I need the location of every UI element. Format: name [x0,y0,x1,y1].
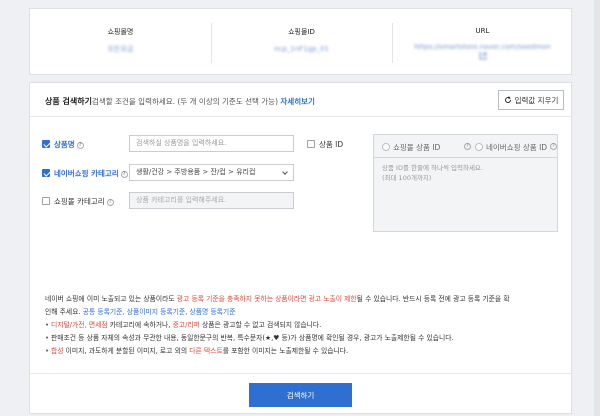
product-search-panel: 상품 검색하기 검색할 조건을 입력하세요. (두 개 이상의 기준도 선택 가… [29,82,572,414]
store-url-value[interactable]: https://smartstore.naver.com/seedmon [392,42,573,63]
notice-text: 상품은 광고할 수 없고 검색되지 않습니다. [199,321,322,329]
notice-highlight: 광고 등록 기준을 충족하지 못하는 상품이라면 광고 노출이 제한 [176,295,357,303]
product-name-checkbox[interactable] [42,140,50,148]
notice-highlight: 다른 텍스트 [189,347,223,355]
notice-text: 를 포함한 이미지는 노출제한될 수 있습니다. [222,347,349,355]
notice-text: 인해 주세요. [45,308,83,316]
store-name-header: 쇼핑몰명 [107,28,134,36]
help-icon[interactable]: ? [120,170,128,178]
store-id-value: ncp_1nF1gp_01 [274,45,329,53]
scrollbar[interactable] [594,0,600,416]
external-link-icon[interactable] [479,52,487,60]
store-product-id-label: 쇼핑몰 상품 ID [393,143,441,152]
notice-text: 네이버 쇼핑에 이미 노출되고 있는 상품이라도 [45,295,177,303]
naver-category-checkbox[interactable] [42,169,50,177]
divider [374,157,557,158]
product-name-label-text: 상품명 [54,140,75,149]
search-description: 검색할 조건을 입력하세요. (두 개 이상의 기준도 선택 가능) 자세히보기 [92,96,315,107]
store-url-header: URL [475,27,490,35]
store-url-column: URL https://smartstore.naver.com/seedmon [392,9,573,76]
refresh-icon [504,96,511,103]
reset-label: 입력값 지우기 [514,95,559,105]
search-header: 상품 검색하기 검색할 조건을 입력하세요. (두 개 이상의 기준도 선택 가… [30,83,571,117]
store-id-column: 쇼핑몰ID ncp_1nF1gp_01 [211,9,392,76]
naver-product-id-radio[interactable] [475,143,483,151]
chevron-down-icon [282,169,288,175]
naver-category-select[interactable]: 생활/건강 > 주방용품 > 잔/컵 > 유리컵 [129,164,294,181]
naver-category-value: 생활/건강 > 주방용품 > 잔/컵 > 유리컵 [136,168,256,176]
mall-category-checkbox[interactable] [42,197,50,205]
product-name-label: 상품명? [54,139,84,150]
notice-line: 네이버 쇼핑에 이미 노출되고 있는 상품이라도 광고 등록 기준을 충족하지 … [45,293,560,306]
notice-block: 네이버 쇼핑에 이미 노출되고 있는 상품이라도 광고 등록 기준을 충족하지 … [45,293,560,358]
reset-button[interactable]: 입력값 지우기 [498,90,564,110]
store-url-link[interactable]: https://smartstore.naver.com/seedmon [414,43,551,51]
notice-text: 될 수 있습니다. 반드시 등록 전에 광고 등록 기준을 확 [356,295,510,303]
product-id-textarea[interactable]: 상품 ID를 한줄에 하나씩 입력하세요. (최대 100개까지) [382,163,483,183]
mall-category-label-text: 쇼핑몰 카테고리 [54,197,105,206]
help-icon[interactable]: ? [106,198,114,206]
product-id-placeholder-1: 상품 ID를 한줄에 하나씩 입력하세요. [382,164,483,172]
notice-text: 이미지, 과도하게 분할된 이미지, 로고 외의 [63,347,190,355]
notice-highlight: 합성 [51,347,64,355]
help-icon[interactable]: ? [76,141,84,149]
guideline-links[interactable]: 공통 등록기준, 상품이미지 등록기준, 상품명 등록기준 [83,308,236,316]
help-icon[interactable]: ? [550,143,557,150]
notice-line: 인해 주세요. 공통 등록기준, 상품이미지 등록기준, 상품명 등록기준 [45,306,560,319]
mall-category-input[interactable]: 상품 카테고리를 입력해주세요. [129,192,294,209]
store-name-value: 모든요금 [107,45,134,53]
product-id-box: 쇼핑몰 상품 ID ? 네이버쇼핑 상품 ID ? 상품 ID를 한줄에 하나씩… [373,134,558,232]
notice-highlight: 디지털/가전, 면세점 [51,321,108,329]
store-id-header: 쇼핑몰ID [288,28,315,36]
store-name-column: 쇼핑몰명 모든요금 [30,9,211,76]
product-id-label: 상품 ID [319,140,344,149]
mall-category-label: 쇼핑몰 카테고리? [54,196,114,207]
detail-link[interactable]: 자세히보기 [280,97,315,106]
search-title: 상품 검색하기 [45,97,92,106]
store-product-id-radio[interactable] [382,143,390,151]
naver-product-id-label: 네이버쇼핑 상품 ID [486,143,548,152]
store-info-card: 쇼핑몰명 모든요금 쇼핑몰ID ncp_1nF1gp_01 URL https:… [29,8,572,75]
notice-text: 카테고리에 속하거나, [107,321,173,329]
naver-category-label: 네이버쇼핑 카테고리? [54,168,128,179]
product-id-placeholder-2: (최대 100개까지) [382,174,432,182]
divider [30,373,571,374]
notice-bullet: 디지털/가전, 면세점 카테고리에 속하거나, 중고/리퍼 상품은 광고할 수 … [45,319,560,332]
notice-bullet: 판매조건 등 상품 자체의 속성과 무관한 내용, 동일한문구의 반복, 특수문… [45,332,560,345]
naver-category-label-text: 네이버쇼핑 카테고리 [54,169,119,178]
search-button[interactable]: 검색하기 [249,383,352,407]
product-id-checkbox[interactable] [307,140,315,148]
help-icon[interactable]: ? [464,143,471,150]
product-name-input[interactable]: 검색하실 상품명을 입력하세요. [129,135,294,152]
notice-bullet: 합성 이미지, 과도하게 분할된 이미지, 로고 외의 다른 텍스트를 포함한 … [45,345,560,358]
search-description-text: 검색할 조건을 입력하세요. (두 개 이상의 기준도 선택 가능) [92,97,279,106]
notice-highlight: 중고/리퍼 [172,321,200,329]
